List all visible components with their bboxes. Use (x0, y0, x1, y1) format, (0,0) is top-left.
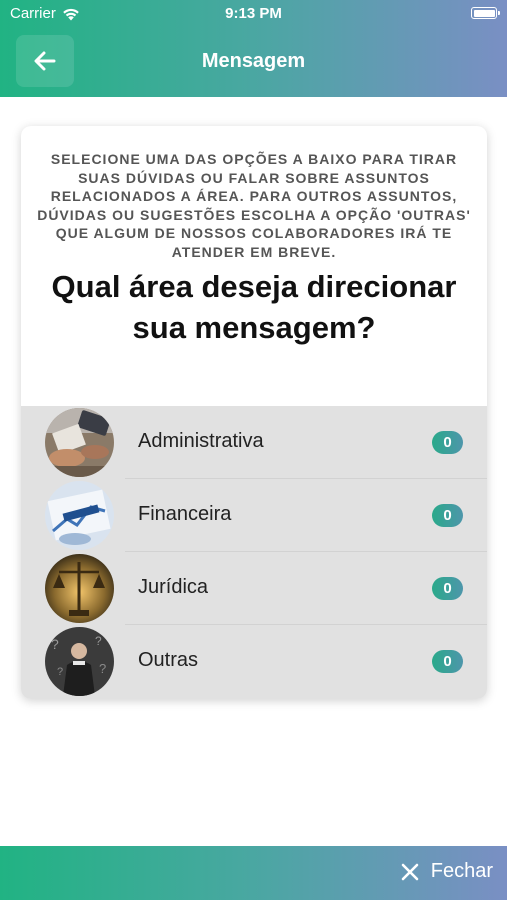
area-item-financeira[interactable]: Financeira 0 (21, 479, 487, 552)
area-selection-card: SELECIONE UMA DAS OPÇÕES A BAIXO PARA TI… (21, 126, 487, 699)
area-item-outras[interactable]: ? ? ? ? Outras 0 (21, 625, 487, 698)
question-heading: Qual área deseja direcionar sua mensagem… (51, 269, 457, 345)
message-count-badge: 0 (432, 577, 463, 600)
instructions-text: SELECIONE UMA DAS OPÇÕES A BAIXO PARA TI… (37, 151, 471, 260)
message-count-badge: 0 (432, 504, 463, 527)
close-label: Fechar (430, 860, 493, 882)
area-label: Outras (138, 649, 199, 671)
page-title: Mensagem (201, 50, 306, 72)
area-item-juridica[interactable]: Jurídica 0 (21, 552, 487, 625)
area-label: Administrativa (138, 430, 264, 452)
message-count-badge: 0 (432, 431, 463, 454)
svg-text:?: ? (51, 636, 59, 652)
status-time: 9:13 PM (225, 5, 282, 22)
message-count-badge: 0 (432, 650, 463, 673)
svg-text:?: ? (99, 661, 106, 676)
svg-text:?: ? (57, 666, 63, 678)
close-button[interactable]: Fechar (401, 860, 493, 883)
outras-avatar: ? ? ? ? (45, 627, 114, 696)
area-list: Administrativa 0 Financeira 0 Jurídica 0… (21, 406, 487, 699)
financeira-avatar (45, 481, 114, 550)
close-icon (401, 863, 419, 880)
battery-icon (471, 7, 500, 19)
svg-text:?: ? (95, 634, 102, 648)
juridica-avatar (45, 554, 114, 623)
administrativa-avatar (45, 408, 114, 477)
area-label: Jurídica (138, 576, 209, 598)
app-footer: Fechar (0, 846, 507, 900)
area-label: Financeira (138, 503, 232, 525)
status-bar: Carrier 9:13 PM (0, 0, 507, 28)
area-item-administrativa[interactable]: Administrativa 0 (21, 406, 487, 479)
app-header: Carrier 9:13 PM Mensagem (0, 0, 507, 97)
